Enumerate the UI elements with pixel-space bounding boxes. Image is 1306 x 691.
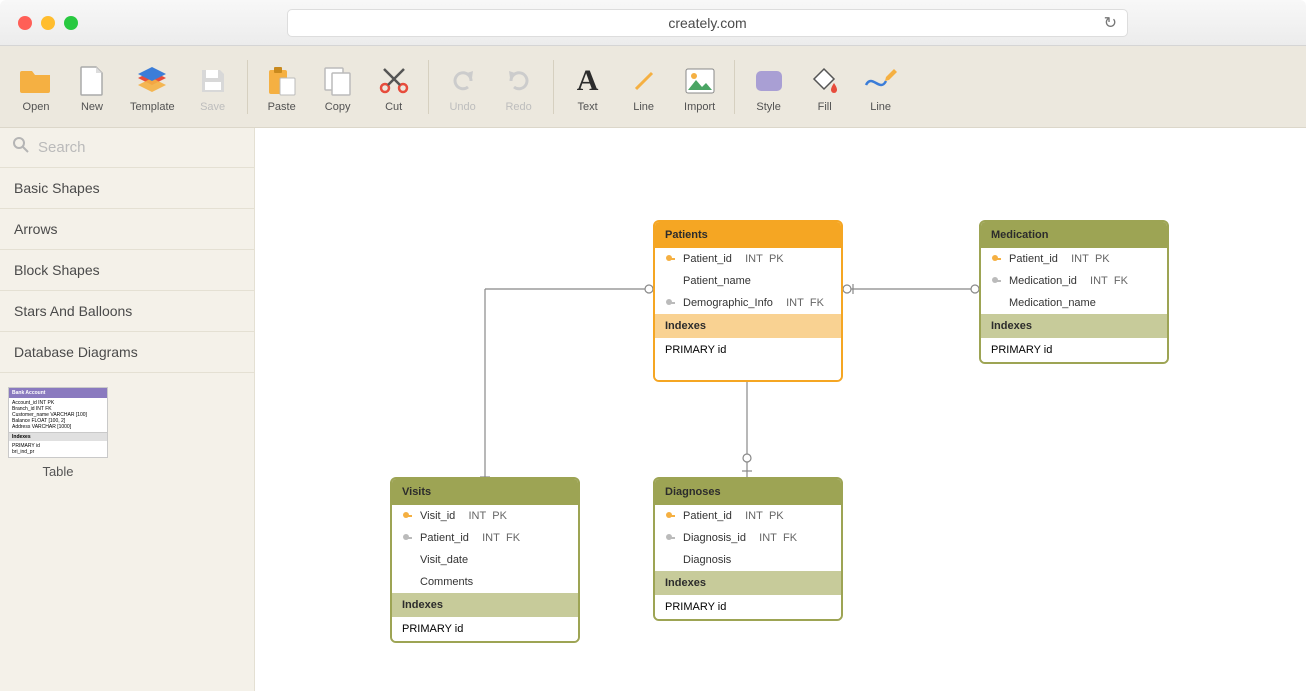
toolbar-separator [247,60,248,114]
sidebar-item-stars-balloons[interactable]: Stars And Balloons [0,291,254,332]
reload-icon[interactable]: ↻ [1104,13,1117,33]
sidebar-item-database-diagrams[interactable]: Database Diagrams [0,332,254,373]
key-icon [665,254,675,264]
line-style-button[interactable]: Line [853,57,909,117]
shape-label: Table [8,464,108,479]
paste-icon [264,63,300,99]
table-row: Comments [392,571,578,593]
copy-icon [320,63,356,99]
table-shape-thumb[interactable]: Bank Account Account_id INT PK Branch_id… [8,387,108,458]
key-icon [991,276,1001,286]
sidebar-item-block-shapes[interactable]: Block Shapes [0,250,254,291]
undo-icon [445,63,481,99]
maximize-window-button[interactable] [64,16,78,30]
pencil-line-icon [863,63,899,99]
index-row: PRIMARY id [392,617,578,641]
address-bar[interactable]: creately.com ↻ [287,9,1128,37]
search-row [0,128,254,168]
table-visits[interactable]: Visits Visit_id INT PK Patient_id INT FK… [390,477,580,643]
paint-bucket-icon [807,63,843,99]
minimize-window-button[interactable] [41,16,55,30]
indexes-label: Indexes [655,314,841,338]
indexes-label: Indexes [981,314,1167,338]
shape-palette: Bank Account Account_id INT PK Branch_id… [0,373,254,493]
text-tool-button[interactable]: A Text [560,57,616,117]
table-title: Medication [981,222,1167,248]
save-icon [195,63,231,99]
shapes-sidebar: Basic Shapes Arrows Block Shapes Stars A… [0,128,255,691]
table-medication[interactable]: Medication Patient_id INT PK Medication_… [979,220,1169,364]
key-icon [665,511,675,521]
key-icon [665,533,675,543]
table-row: Diagnosis [655,549,841,571]
table-row: Medication_name [981,292,1167,314]
style-button[interactable]: Style [741,57,797,117]
toolbar-separator [553,60,554,114]
new-file-icon [74,63,110,99]
image-icon [682,63,718,99]
address-url: creately.com [668,15,746,31]
text-icon: A [570,63,606,99]
search-icon [12,136,30,159]
save-button[interactable]: Save [185,57,241,117]
redo-button[interactable]: Redo [491,57,547,117]
browser-chrome: creately.com ↻ [0,0,1306,46]
table-title: Diagnoses [655,479,841,505]
index-row: PRIMARY id [655,338,841,362]
template-icon [134,63,170,99]
import-button[interactable]: Import [672,57,728,117]
new-button[interactable]: New [64,57,120,117]
search-input[interactable] [38,139,242,156]
table-row: Patient_id INT PK [655,248,841,270]
line-icon [626,63,662,99]
template-button[interactable]: Template [120,57,185,117]
line-tool-button[interactable]: Line [616,57,672,117]
sidebar-item-arrows[interactable]: Arrows [0,209,254,250]
table-row: Visit_date [392,549,578,571]
folder-icon [18,63,54,99]
redo-icon [501,63,537,99]
table-title: Visits [392,479,578,505]
indexes-label: Indexes [392,593,578,617]
key-icon [402,533,412,543]
key-icon [991,254,1001,264]
scissors-icon [376,63,412,99]
table-row: Patient_id INT PK [981,248,1167,270]
table-row: Demographic_Info INT FK [655,292,841,314]
table-row: Diagnosis_id INT FK [655,527,841,549]
table-title: Patients [655,222,841,248]
open-button[interactable]: Open [8,57,64,117]
fill-button[interactable]: Fill [797,57,853,117]
sidebar-item-basic-shapes[interactable]: Basic Shapes [0,168,254,209]
index-row: PRIMARY id [655,595,841,619]
key-icon [665,298,675,308]
table-patients[interactable]: Patients Patient_id INT PK Patient_name … [653,220,843,382]
main-toolbar: Open New Template Save Paste Copy Cut [0,46,1306,128]
diagram-canvas[interactable]: Patients Patient_id INT PK Patient_name … [255,128,1306,691]
copy-button[interactable]: Copy [310,57,366,117]
style-icon [751,63,787,99]
table-row: Patient_name [655,270,841,292]
indexes-label: Indexes [655,571,841,595]
toolbar-separator [428,60,429,114]
table-row: Visit_id INT PK [392,505,578,527]
undo-button[interactable]: Undo [435,57,491,117]
index-row: PRIMARY id [981,338,1167,362]
key-icon [402,511,412,521]
toolbar-separator [734,60,735,114]
table-row: Medication_id INT FK [981,270,1167,292]
table-row: Patient_id INT FK [392,527,578,549]
table-diagnoses[interactable]: Diagnoses Patient_id INT PK Diagnosis_id… [653,477,843,621]
close-window-button[interactable] [18,16,32,30]
table-row: Patient_id INT PK [655,505,841,527]
paste-button[interactable]: Paste [254,57,310,117]
cut-button[interactable]: Cut [366,57,422,117]
